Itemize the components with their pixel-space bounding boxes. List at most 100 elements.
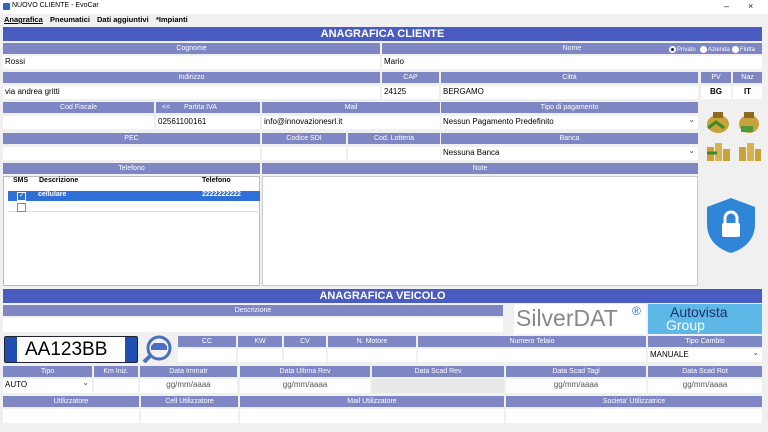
col-sms: SMS bbox=[13, 177, 29, 184]
mail-util-input[interactable] bbox=[240, 409, 504, 423]
tab-dati-aggiuntivi[interactable]: Dati aggiuntivi bbox=[97, 15, 149, 24]
col-descrizione: Descrizione bbox=[39, 177, 79, 184]
kw-input[interactable] bbox=[238, 349, 282, 362]
radio-privato[interactable]: Privato bbox=[669, 45, 696, 56]
citta-input[interactable]: BERGAMO bbox=[441, 86, 698, 99]
license-plate[interactable]: AA123BB bbox=[4, 336, 138, 363]
piva-input[interactable]: 02561100161 bbox=[156, 116, 260, 129]
note-label: Note bbox=[262, 163, 698, 174]
telaio-input[interactable] bbox=[418, 349, 646, 362]
tipo-label: Tipo bbox=[3, 366, 92, 377]
veicolo-header: ANAGRAFICA VEICOLO bbox=[3, 289, 762, 303]
money-bag-add-icon[interactable] bbox=[704, 108, 732, 134]
radio-flotta[interactable]: Flotta bbox=[732, 45, 755, 56]
sms-checkbox[interactable] bbox=[17, 203, 26, 212]
tipo-select[interactable]: AUTO bbox=[3, 379, 92, 393]
minimize-button[interactable]: – bbox=[724, 1, 729, 11]
telefono-label: Telefono bbox=[3, 163, 260, 174]
cv-input[interactable] bbox=[284, 349, 326, 362]
tipo-pagamento-label: Tipo di pagamento bbox=[441, 102, 698, 113]
mail-util-label: Mail Utilizzatore bbox=[240, 396, 504, 407]
cap-label: CAP bbox=[382, 72, 439, 83]
cf-label: Cod Fiscale bbox=[3, 102, 154, 113]
table-row[interactable] bbox=[8, 202, 260, 212]
radio-dot-icon bbox=[700, 45, 707, 53]
kw-label: KW bbox=[238, 336, 282, 347]
close-button[interactable]: × bbox=[748, 1, 753, 11]
sdi-label: Codice SDI bbox=[262, 133, 346, 144]
tipo-pagamento-select[interactable]: Nessun Pagamento Predefinito bbox=[441, 116, 698, 129]
tab-pneumatici[interactable]: Pneumatici bbox=[50, 15, 90, 24]
immatr-date[interactable]: gg/mm/aaaa bbox=[140, 379, 237, 393]
mail-label: Mail bbox=[262, 102, 440, 113]
nome-label: Nome bbox=[562, 45, 582, 52]
scad-rev-label: Data Scad Rev bbox=[372, 366, 504, 377]
silverdat-reg: ® bbox=[632, 304, 641, 318]
vehicle-search-icon[interactable] bbox=[142, 335, 176, 363]
menu-bar: Anagrafica Pneumatici Dati aggiuntivi *I… bbox=[0, 14, 768, 26]
mail-input[interactable]: info@innovazionesrl.it bbox=[262, 116, 440, 129]
km-label: Km Iniz. bbox=[94, 366, 138, 377]
radio-privato-label: Privato bbox=[677, 47, 696, 53]
money-bag-icon[interactable] bbox=[736, 108, 762, 134]
tab-anagrafica[interactable]: Anagrafica bbox=[4, 15, 43, 24]
window-title: NUOVO CLIENTE - EvoCar bbox=[12, 2, 99, 9]
radio-dot-icon bbox=[669, 45, 676, 53]
autovista-logo[interactable]: Autovista Group bbox=[648, 304, 762, 334]
cognome-label: Cognome bbox=[3, 43, 380, 54]
autovista-group-text: Group bbox=[666, 317, 705, 333]
phone-table[interactable]: SMS Descrizione Telefono ✓ cellulare 222… bbox=[3, 176, 260, 286]
sms-checkbox[interactable]: ✓ bbox=[17, 192, 26, 201]
descrizione-input[interactable] bbox=[3, 318, 503, 332]
cambio-select[interactable]: MANUALE bbox=[648, 349, 762, 362]
cf-input[interactable] bbox=[3, 116, 154, 129]
citta-label: Città bbox=[441, 72, 698, 83]
descrizione-label: Descrizione bbox=[3, 305, 503, 316]
pv-label: PV bbox=[701, 72, 731, 83]
telaio-label: Numero Telaio bbox=[418, 336, 646, 347]
pv-input[interactable]: BG bbox=[701, 86, 731, 99]
ultima-rev-date[interactable]: gg/mm/aaaa bbox=[240, 379, 370, 393]
scad-rot-date[interactable]: gg/mm/aaaa bbox=[648, 379, 762, 393]
radio-azienda-label: Azienda bbox=[708, 47, 730, 53]
nome-label-bar: Nome Privato Azienda Flotta bbox=[382, 43, 762, 54]
societa-label: Societa' Utilizzatrice bbox=[506, 396, 762, 407]
table-row[interactable]: ✓ cellulare 2222222222 bbox=[8, 191, 260, 201]
silverdat-logo[interactable]: SilverDAT ® bbox=[514, 304, 646, 334]
lotteria-input[interactable] bbox=[348, 147, 440, 160]
coins-add-icon[interactable] bbox=[704, 139, 732, 163]
cap-input[interactable]: 24125 bbox=[382, 86, 439, 99]
nome-input[interactable]: Mario bbox=[382, 56, 762, 69]
piva-label: Partita IVA bbox=[184, 104, 217, 111]
motore-input[interactable] bbox=[328, 349, 416, 362]
radio-dot-icon bbox=[732, 45, 739, 53]
region-band-icon bbox=[125, 337, 137, 362]
radio-flotta-label: Flotta bbox=[740, 47, 756, 53]
title-bar: NUOVO CLIENTE - EvoCar – × bbox=[0, 0, 768, 14]
cognome-input[interactable]: Rossi bbox=[3, 56, 380, 69]
naz-input[interactable]: IT bbox=[733, 86, 762, 99]
scad-rot-label: Data Scad Rot bbox=[648, 366, 762, 377]
security-shield-icon[interactable] bbox=[704, 196, 758, 254]
radio-azienda[interactable]: Azienda bbox=[700, 45, 730, 56]
row-telefono: 2222222222 bbox=[202, 191, 241, 198]
piva-copy-button[interactable]: << bbox=[162, 102, 170, 113]
utilizzatore-input[interactable] bbox=[3, 409, 139, 423]
societa-input[interactable] bbox=[506, 409, 762, 423]
tab-impianti[interactable]: *Impianti bbox=[156, 15, 188, 24]
ultima-rev-label: Data Ultima Rev bbox=[240, 366, 370, 377]
cc-input[interactable] bbox=[178, 349, 236, 362]
motore-label: N. Motore bbox=[328, 336, 416, 347]
note-textarea[interactable] bbox=[262, 176, 698, 286]
banca-select[interactable]: Nessuna Banca bbox=[441, 147, 698, 160]
plate-number: AA123BB bbox=[25, 339, 108, 360]
coins-icon[interactable] bbox=[736, 139, 762, 163]
scad-rev-date bbox=[372, 379, 504, 393]
cell-input[interactable] bbox=[141, 409, 238, 423]
indirizzo-input[interactable]: via andrea gritti bbox=[3, 86, 380, 99]
km-input[interactable] bbox=[94, 379, 138, 393]
sdi-input[interactable] bbox=[262, 147, 346, 160]
scad-tagl-date[interactable]: gg/mm/aaaa bbox=[506, 379, 646, 393]
cc-label: CC bbox=[178, 336, 236, 347]
pec-input[interactable] bbox=[3, 147, 260, 160]
